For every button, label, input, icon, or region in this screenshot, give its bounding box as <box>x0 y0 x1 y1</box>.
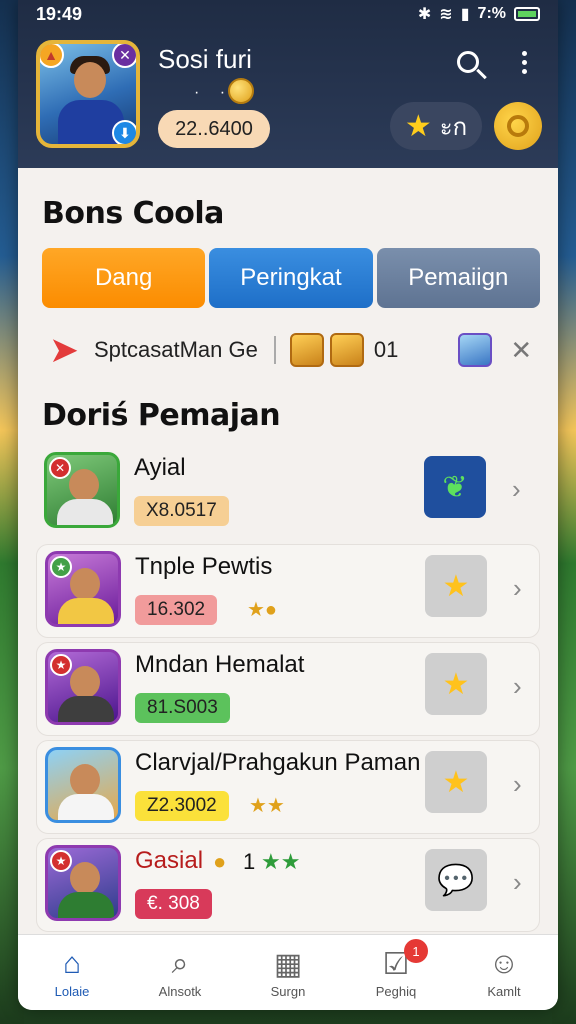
search-icon <box>457 51 479 73</box>
badge-icon: ★ <box>50 556 72 578</box>
tab-peringkat[interactable]: Peringkat <box>209 248 373 308</box>
qr-code-icon: ▦ <box>273 947 303 981</box>
player-extra: 1 <box>243 849 256 874</box>
status-time: 19:49 <box>36 3 83 24</box>
promo-text: SptcasatMan Ge <box>94 337 258 362</box>
crossed-swords-icon: ✕ <box>112 44 136 68</box>
bluetooth-icon: ✱ <box>417 6 432 23</box>
mini-avatar-2 <box>329 333 364 367</box>
promo-divider <box>273 336 276 364</box>
signal-icon: ▮ <box>460 6 470 23</box>
chevron-right-icon[interactable]: › <box>513 573 522 604</box>
search-icon: ⌕ <box>171 947 189 980</box>
nav-label: Lolaie <box>54 984 90 999</box>
chevron-right-icon[interactable]: › <box>513 867 522 898</box>
nav-home[interactable]: ⌂ Lolaie <box>18 935 126 1010</box>
tab-dang[interactable]: Dang <box>42 248 206 308</box>
coin-button[interactable] <box>494 102 542 150</box>
mini-avatar-1 <box>289 333 324 367</box>
star-action-icon[interactable]: ★ <box>425 653 487 715</box>
player-avatar: ★ <box>45 845 121 921</box>
app-screen: ▲ ✕ ⬇ Sosi furi · · 22..6400 ★ ะก Bons C… <box>18 0 558 1010</box>
player-value: Z2.3002 <box>135 791 229 821</box>
search-button[interactable] <box>448 40 488 84</box>
chevron-right-icon[interactable]: › <box>513 769 522 800</box>
badge-icon: ✕ <box>49 457 71 479</box>
profile-avatar[interactable]: ▲ ✕ ⬇ <box>36 40 140 148</box>
nav-scan[interactable]: ▦ Surgn <box>234 935 342 1010</box>
battery-icon <box>514 7 540 21</box>
nav-label: Kamlt <box>487 984 521 999</box>
nav-search[interactable]: ⌕ Alnsotk <box>126 935 234 1010</box>
stars-icon: ★★ <box>249 795 285 817</box>
wifi-icon: ≋ <box>439 6 453 23</box>
player-name: Clarvjal/Prahgakun Paman <box>135 749 421 776</box>
status-bar: 19:49 ✱ ≋ ▮ 7:% <box>0 0 576 28</box>
stars-icon: ★★ <box>261 849 301 874</box>
chat-bubble-icon[interactable]: 💬 <box>425 849 487 911</box>
paper-plane-icon: ➤ <box>48 329 80 370</box>
player-value: 16.302 <box>135 595 218 625</box>
status-icons: ✱ ≋ ▮ 7:% <box>418 4 540 24</box>
user-icon: ☺ <box>488 947 520 980</box>
nav-label: Surgn <box>270 984 306 999</box>
player-avatar <box>45 747 121 823</box>
nav-tasks[interactable]: ☑ 1 Peghiq <box>342 935 450 1010</box>
player-name: Mndan Hemalat <box>135 651 305 678</box>
close-icon[interactable]: ✕ <box>510 335 532 366</box>
player-value: X8.0517 <box>134 496 229 526</box>
notification-badge: 1 <box>404 939 428 963</box>
bottom-navigation: ⌂ Lolaie ⌕ Alnsotk ▦ Surgn ☑ 1 Peghiq ☺ … <box>18 934 558 1010</box>
list-item[interactable]: ★ Tnple Pewtis 16.302 ★● ★ › <box>36 544 540 638</box>
star-rewards-button[interactable]: ★ ะก <box>390 102 482 150</box>
player-name: Tnple Pewtis <box>135 553 273 580</box>
list-item[interactable]: Clarvjal/Prahgakun Paman Z2.3002 ★★ ★ › <box>36 740 540 834</box>
more-options-icon[interactable] <box>504 40 544 84</box>
player-avatar: ★ <box>45 551 121 627</box>
home-icon: ⌂ <box>62 947 82 980</box>
promo-count: 01 <box>373 337 399 362</box>
leaf-action-icon[interactable]: ❦ <box>424 456 486 518</box>
list-item[interactable]: ✕ Ayial X8.0517 ❦ › <box>36 446 540 540</box>
avatar-head <box>74 62 106 98</box>
player-name: Gasial <box>135 847 204 874</box>
profile-name: Sosi furi <box>158 44 252 74</box>
star-action-icon[interactable]: ★ <box>425 751 487 813</box>
tab-pemaiign[interactable]: Pemaiign <box>376 248 540 308</box>
chevron-right-icon[interactable]: › <box>512 474 521 505</box>
player-name: Ayial <box>134 454 186 481</box>
coin-icon <box>228 78 254 104</box>
badge-icon: ★ <box>50 850 72 872</box>
player-value: €. 308 <box>135 889 212 919</box>
coin-ring-icon <box>507 115 529 137</box>
coin-icon: ● <box>213 849 227 874</box>
player-avatar: ✕ <box>44 452 120 528</box>
battery-text: 7:% <box>477 5 506 22</box>
section-title-players: Doriś Pemajan <box>42 398 281 433</box>
shield-badge-icon: ⬇ <box>112 120 136 144</box>
tab-bar: Dang Peringkat Pemaiign <box>42 248 540 308</box>
nav-label: Alnsotk <box>158 984 202 999</box>
promo-banner[interactable]: ➤ SptcasatMan Ge 01 ✕ <box>42 326 540 374</box>
player-list: ✕ Ayial X8.0517 ❦ › ★ Tnple Pewtis 16.30… <box>36 446 540 936</box>
stars-icon: ★● <box>247 599 278 621</box>
star-value: ะก <box>439 113 468 141</box>
star-action-icon[interactable]: ★ <box>425 555 487 617</box>
star-icon: ★ <box>404 109 432 143</box>
player-value: 81.S003 <box>135 693 230 723</box>
list-item[interactable]: ★ Mndan Hemalat 81.S003 ★ › <box>36 642 540 736</box>
mini-avatar-3 <box>458 333 493 367</box>
list-item[interactable]: ★ Gasial ● 1 ★★ €. 308 💬 › <box>36 838 540 932</box>
nav-label: Peghiq <box>375 984 417 999</box>
player-avatar: ★ <box>45 649 121 725</box>
flag-badge-icon: ▲ <box>40 44 64 68</box>
nav-profile[interactable]: ☺ Kamlt <box>450 935 558 1010</box>
balance-pill[interactable]: 22..6400 <box>158 110 270 148</box>
section-title-bonus: Bons Coola <box>42 196 224 231</box>
chevron-right-icon[interactable]: › <box>513 671 522 702</box>
badge-icon: ★ <box>50 654 72 676</box>
